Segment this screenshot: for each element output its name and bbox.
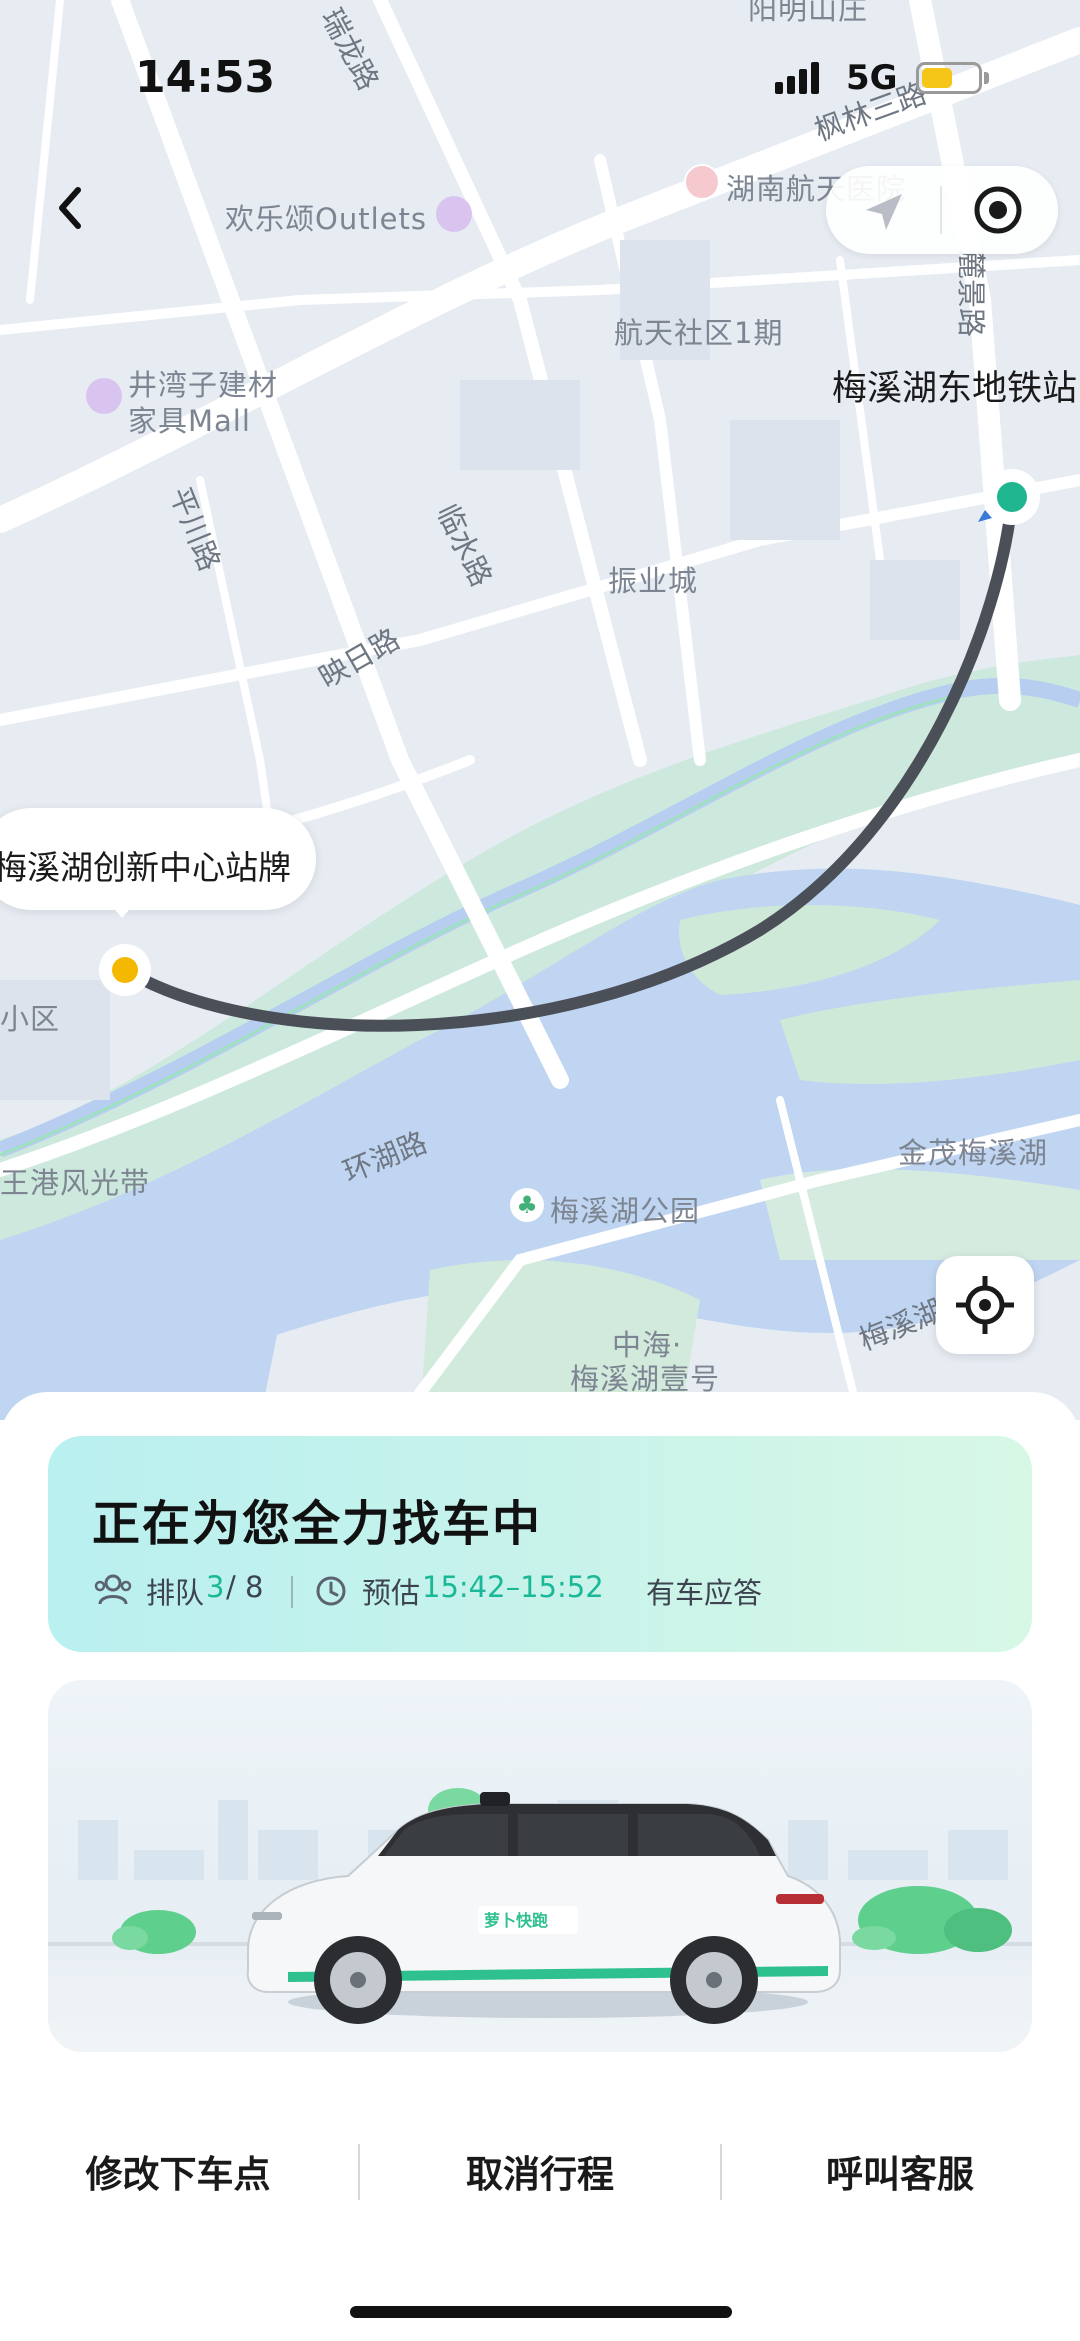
eta-suffix: 有车应答 (646, 1576, 763, 1610)
poi-label-fengguang: 王港风光带 (0, 1166, 151, 1200)
call-service-button[interactable]: 呼叫客服 (750, 2144, 1050, 2198)
road-label-lijing: 麓景路 (954, 250, 988, 338)
status-divider (291, 1576, 293, 1608)
clock-icon (316, 1576, 346, 1606)
cancel-trip-button[interactable]: 取消行程 (390, 2144, 690, 2198)
back-icon (59, 187, 81, 229)
target-icon (974, 186, 1022, 234)
queue-position: 3 (206, 1570, 225, 1604)
vehicle-brand-text: 萝卜快跑 (484, 1911, 548, 1930)
pickup-bubble-tail (110, 904, 134, 918)
modify-dropoff-button[interactable]: 修改下车点 (28, 2144, 328, 2198)
action-divider (358, 2144, 360, 2200)
poi-label-jinmao: 金茂梅溪湖 (898, 1136, 1049, 1170)
poi-label-xiaoqu: 小区 (0, 1002, 61, 1036)
battery-tip (984, 72, 989, 84)
poi-label-zhenye: 振业城 (608, 564, 699, 598)
locate-button[interactable] (936, 1256, 1034, 1354)
poi-label-community: 航天社区1期 (614, 316, 784, 350)
tree-icon: ♣ (510, 1188, 544, 1222)
eta-prefix: 预估 (362, 1576, 421, 1610)
pickup-label: 梅溪湖创新中心站牌 (0, 848, 291, 887)
city-scene: 萝卜快跑 (48, 1788, 1032, 2024)
status-bar: 14:53 5G (0, 0, 1080, 150)
vehicle-illustration: 萝卜快跑 (48, 1680, 1032, 2052)
target-button[interactable] (970, 182, 1026, 238)
action-bar: 修改下车点 取消行程 呼叫客服 (0, 2120, 1080, 2220)
poi-label-park: 梅溪湖公园 (550, 1194, 701, 1228)
poi-label-outlets: 欢乐颂Outlets (225, 202, 427, 236)
queue-total: / 8 (226, 1570, 264, 1604)
eta-range: 15:42–15:52 (422, 1570, 604, 1604)
status-time: 14:53 (135, 52, 276, 103)
navigate-button[interactable] (858, 186, 910, 238)
navigate-arrow-icon (866, 194, 902, 230)
battery-icon (916, 62, 982, 94)
shopping-bag-icon (86, 378, 122, 414)
hospital-icon (684, 164, 720, 200)
locate-icon (956, 1276, 1014, 1334)
queue-label: 排队 (146, 1576, 205, 1610)
home-indicator[interactable] (350, 2306, 732, 2318)
action-divider (720, 2144, 722, 2200)
map-tools (826, 166, 1058, 254)
signal-icon (775, 62, 819, 94)
people-icon (94, 1574, 132, 1605)
back-button[interactable] (44, 180, 100, 236)
pickup-bubble[interactable]: 梅溪湖创新中心站牌 (0, 808, 316, 910)
network-type: 5G (846, 58, 898, 98)
status-card: 正在为您全力找车中 排队 3 / 8 预估 15:42–15:52 有车应答 (48, 1436, 1032, 1652)
destination-label: 梅溪湖东地铁站 (832, 369, 1078, 409)
shopping-bag-icon (436, 196, 472, 232)
poi-label-mall-line2: 家具Mall (128, 404, 251, 438)
status-title: 正在为您全力找车中 (92, 1496, 543, 1552)
